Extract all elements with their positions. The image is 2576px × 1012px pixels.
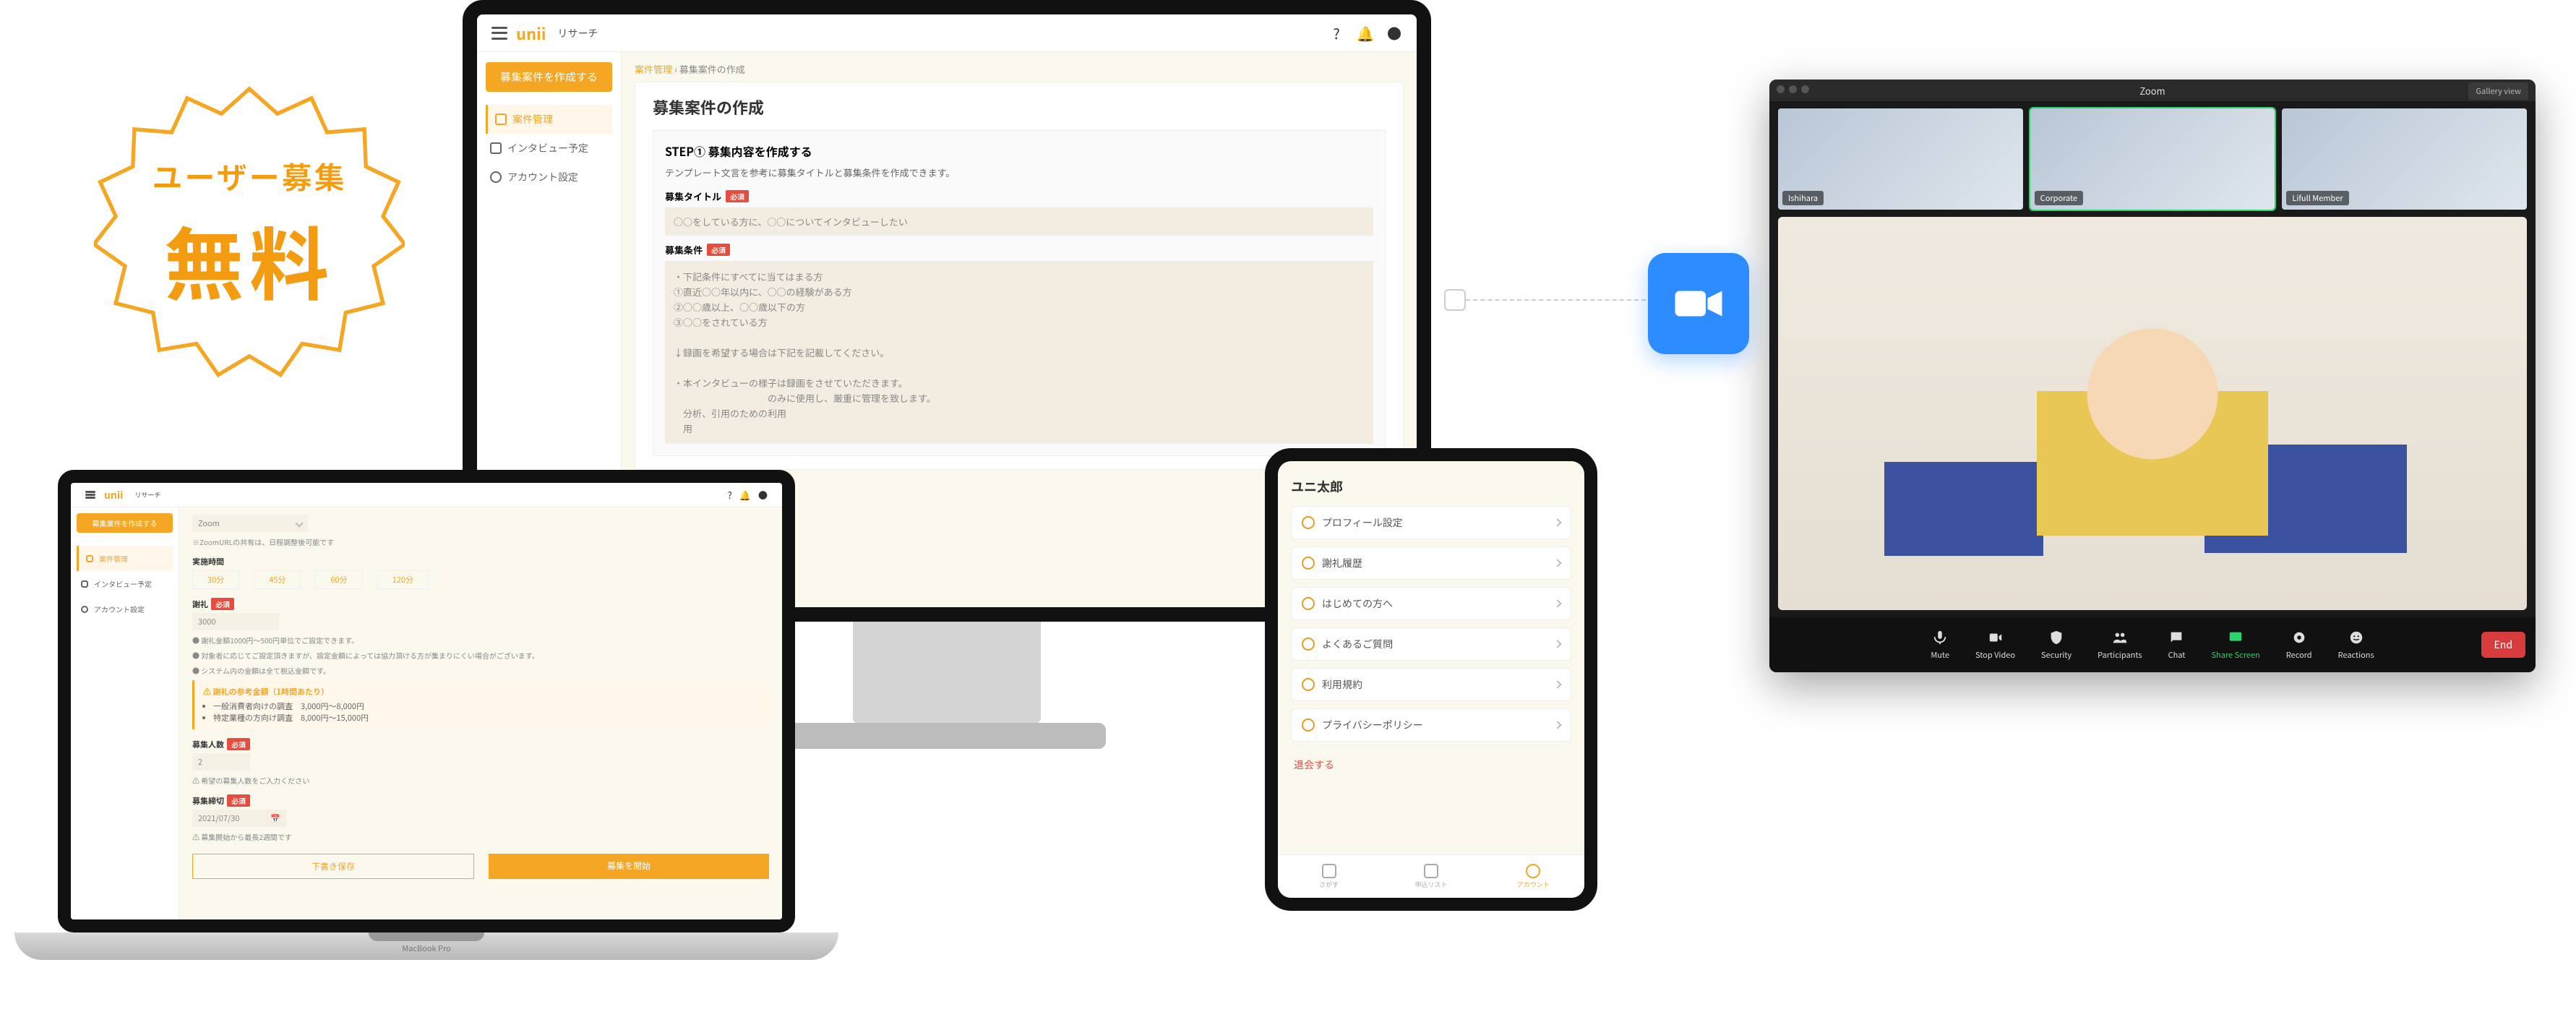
user-icon[interactable]: ●: [1386, 25, 1402, 41]
zoom-share-screen-button[interactable]: Share Screen: [2211, 629, 2259, 661]
tab-0[interactable]: さがす: [1278, 855, 1380, 898]
time-options: 30分 45分 60分 120分: [192, 570, 769, 589]
deadline-input[interactable]: 2021/07/30 📅: [192, 810, 286, 827]
zoom-window: Zoom Gallery view IshiharaCorporateLiful…: [1769, 80, 2536, 672]
zoom-app-icon: [1648, 253, 1749, 354]
app-logo-sub: リサーチ: [558, 26, 598, 40]
time-label: 実施時間: [192, 556, 769, 567]
cond-label: 募集条件 必須: [665, 243, 1373, 257]
deadline-label: 募集締切必須: [192, 794, 769, 807]
tablet-device: ユニ太郎 プロフィール設定謝礼履歴はじめての方へよくあるご質問利用規約プライバシ…: [1265, 448, 1597, 911]
sidebar-item-account[interactable]: アカウント設定: [77, 596, 173, 622]
zoom-chat-button[interactable]: Chat: [2168, 629, 2185, 661]
gallery-view-button[interactable]: Gallery view: [2468, 82, 2528, 100]
page-title: 募集案件の作成: [653, 95, 1386, 119]
zoom-security-button[interactable]: Security: [2041, 629, 2071, 661]
people-label: 募集人数必須: [192, 738, 769, 750]
connector-node: [1444, 289, 1466, 311]
app-logo: unii: [516, 22, 546, 45]
cond-textarea[interactable]: ・下記条件にすべてに当てはまる方①直近○○年以内に、○○の経験がある方②○○歳以…: [665, 261, 1373, 444]
tab-2[interactable]: アカウント: [1482, 855, 1584, 898]
zoom-stop-video-button[interactable]: Stop Video: [1975, 629, 2015, 661]
time-option[interactable]: 30分: [192, 570, 239, 589]
zoom-note: ※ZoomURLの共有は、日程調整後可能です: [192, 536, 769, 547]
calendar-icon: [490, 142, 502, 154]
tab-icon: [1322, 864, 1336, 878]
menu-icon: [1302, 557, 1315, 570]
app-header: unii リサーチ ? 🔔 ●: [477, 14, 1417, 52]
app-logo: unii: [104, 488, 123, 502]
menu-item[interactable]: よくあるご質問: [1291, 627, 1571, 661]
help-icon[interactable]: ?: [728, 488, 732, 502]
video-thumb[interactable]: Lifull Member: [2282, 108, 2527, 210]
save-draft-button[interactable]: 下書き保存: [192, 854, 474, 879]
tab-1[interactable]: 申込リスト: [1380, 855, 1482, 898]
badge-line1: ユーザー募集: [152, 154, 346, 198]
menu-icon: [1302, 638, 1315, 651]
hamburger-icon[interactable]: [85, 491, 95, 499]
video-thumb[interactable]: Corporate: [2030, 108, 2275, 210]
sidebar-item-interview[interactable]: インタビュー予定: [77, 571, 173, 596]
required-badge: 必須: [707, 244, 730, 256]
sidebar-item-account[interactable]: アカウント設定: [486, 163, 612, 192]
end-button[interactable]: End: [2481, 632, 2525, 658]
tool-select[interactable]: Zoom: [192, 515, 308, 532]
cases-icon: [495, 113, 507, 125]
help-icon[interactable]: ?: [1328, 25, 1344, 41]
user-name: ユニ太郎: [1291, 477, 1571, 496]
bell-icon[interactable]: 🔔: [1357, 25, 1373, 41]
title-input[interactable]: ○○をしている方に、○○についてインタビューしたい: [665, 207, 1373, 236]
create-button[interactable]: 募集案件を作成する: [77, 513, 173, 533]
menu-icon: [1302, 678, 1315, 691]
time-option[interactable]: 45分: [254, 570, 301, 589]
start-button[interactable]: 募集を開始: [489, 854, 769, 879]
menu-item[interactable]: 利用規約: [1291, 668, 1571, 701]
laptop-model: MacBook Pro: [14, 943, 838, 954]
main-video: [1778, 217, 2527, 610]
menu-item[interactable]: 謝礼履歴: [1291, 546, 1571, 580]
tab-icon: [1424, 864, 1438, 878]
zoom-participants-button[interactable]: Participants: [2098, 629, 2142, 661]
reward-notes: ● 謝礼金額1000円〜500円単位でご設定できます。● 対象者に応じてご設定頂…: [192, 635, 769, 676]
people-input[interactable]: 2: [192, 753, 250, 771]
breadcrumb: 案件管理 › 募集案件の作成: [635, 62, 1404, 76]
tab-icon: [1526, 864, 1540, 878]
time-option[interactable]: 60分: [315, 570, 362, 589]
menu-item[interactable]: はじめての方へ: [1291, 587, 1571, 620]
sidebar-item-cases[interactable]: 案件管理: [486, 105, 612, 134]
zoom-titlebar: Zoom Gallery view: [1769, 80, 2536, 101]
menu-icon: [1302, 597, 1315, 610]
required-badge: 必須: [726, 190, 749, 202]
title-label: 募集タイトル 必須: [665, 189, 1373, 203]
badge-line2: 無料: [164, 201, 335, 317]
time-option[interactable]: 120分: [377, 570, 429, 589]
sidebar-item-cases[interactable]: 案件管理: [77, 546, 173, 571]
free-badge: ユーザー募集 無料: [94, 80, 405, 390]
menu-item[interactable]: プライバシーポリシー: [1291, 708, 1571, 742]
user-icon[interactable]: ●: [758, 488, 768, 502]
laptop-device: unii リサーチ ? 🔔 ● 募集案件を作成する 案件管理 インタビュー予定 …: [43, 470, 810, 960]
step-title: STEP① 募集内容を作成する: [665, 142, 1373, 160]
reward-label: 謝礼必須: [192, 598, 769, 610]
sidebar-item-interview[interactable]: インタビュー予定: [486, 134, 612, 163]
zoom-record-button[interactable]: Record: [2286, 629, 2312, 661]
menu-icon: [1302, 719, 1315, 732]
step-desc: テンプレート文言を参考に募集タイトルと募集条件を作成できます。: [665, 166, 1373, 179]
menu-icon: [1302, 516, 1315, 529]
menu-item[interactable]: プロフィール設定: [1291, 506, 1571, 539]
reward-tip: ⚠ 謝礼の参考金額（1時間あたり） 一般消費者向けの調査 3,000円〜8,00…: [192, 680, 769, 729]
create-button[interactable]: 募集案件を作成する: [486, 62, 612, 92]
zoom-mute-button[interactable]: Mute: [1931, 629, 1949, 661]
logout-link[interactable]: 退会する: [1291, 749, 1571, 781]
video-thumb[interactable]: Ishihara: [1778, 108, 2023, 210]
reward-input[interactable]: 3000: [192, 613, 279, 630]
window-controls[interactable]: [1777, 85, 1809, 93]
bell-icon[interactable]: 🔔: [739, 488, 751, 502]
gear-icon: [490, 171, 502, 183]
hamburger-icon[interactable]: [491, 27, 507, 40]
zoom-reactions-button[interactable]: Reactions: [2338, 629, 2374, 661]
